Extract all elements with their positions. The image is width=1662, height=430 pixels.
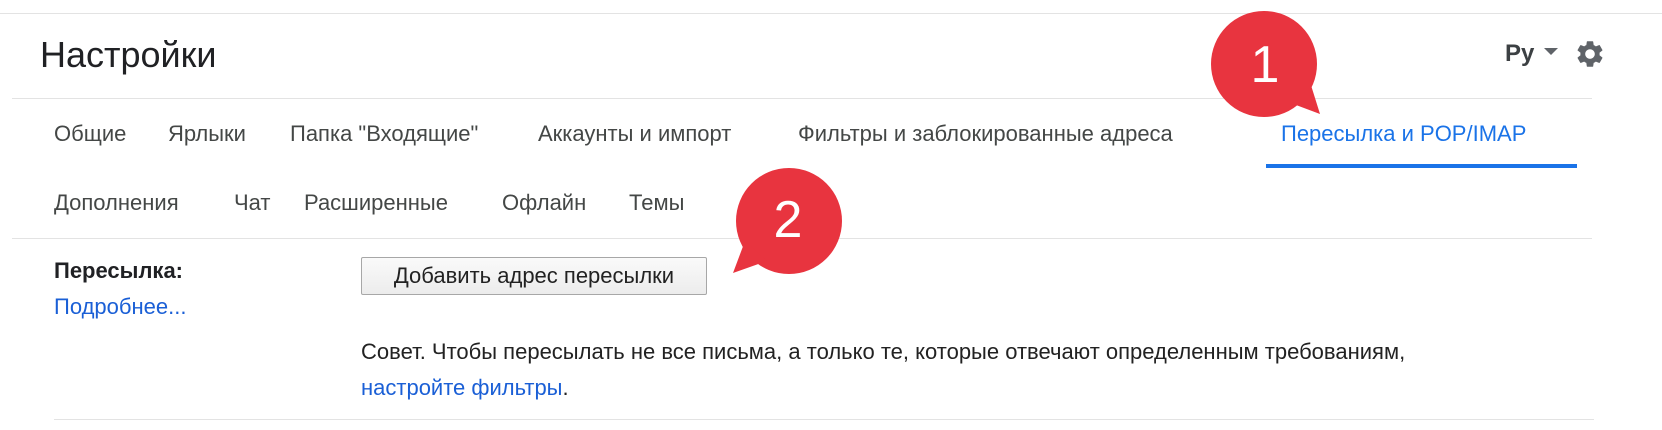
tab-advanced[interactable]: Расширенные — [304, 189, 448, 217]
tab-inbox[interactable]: Папка "Входящие" — [290, 120, 478, 148]
annotation-number-2: 2 — [773, 191, 803, 249]
tip-end: . — [562, 375, 569, 400]
forwarding-tip: Совет. Чтобы пересылать не все письма, а… — [361, 334, 1591, 406]
tab-accounts-import[interactable]: Аккаунты и импорт — [538, 120, 731, 148]
forwarding-label: Пересылка: — [54, 258, 184, 283]
active-tab-indicator — [1266, 164, 1577, 168]
top-divider — [0, 13, 1662, 14]
tab-themes[interactable]: Темы — [629, 189, 684, 217]
gmail-settings-page: Настройки Ру Общие Ярлыки Папка "Входящи… — [0, 0, 1662, 430]
tab-labels[interactable]: Ярлыки — [168, 120, 246, 148]
annotation-badge-1: 1 — [1210, 10, 1320, 120]
tip-text: Совет. Чтобы пересылать не все письма, а… — [361, 339, 1406, 364]
tab-forwarding-pop-imap[interactable]: Пересылка и POP/IMAP — [1281, 120, 1526, 148]
add-forwarding-address-button[interactable]: Добавить адрес пересылки — [361, 257, 707, 295]
section-divider — [54, 419, 1594, 420]
caret-down-icon — [1544, 47, 1559, 55]
header-divider — [12, 98, 1592, 99]
tab-chat[interactable]: Чат — [234, 189, 271, 217]
annotation-badge-2: 2 — [733, 165, 843, 275]
setup-filters-link[interactable]: настройте фильтры — [361, 375, 563, 400]
tab-addons[interactable]: Дополнения — [54, 189, 179, 217]
language-selector[interactable]: Ру — [1505, 40, 1559, 68]
tab-filters-blocked[interactable]: Фильтры и заблокированные адреса — [798, 120, 1173, 148]
gear-icon[interactable] — [1574, 38, 1606, 70]
learn-more-link[interactable]: Подробнее... — [54, 294, 186, 320]
tab-offline[interactable]: Офлайн — [502, 189, 586, 217]
page-title: Настройки — [40, 34, 217, 75]
tab-general[interactable]: Общие — [54, 120, 126, 148]
language-label: Ру — [1505, 40, 1535, 67]
annotation-number-1: 1 — [1250, 36, 1280, 94]
